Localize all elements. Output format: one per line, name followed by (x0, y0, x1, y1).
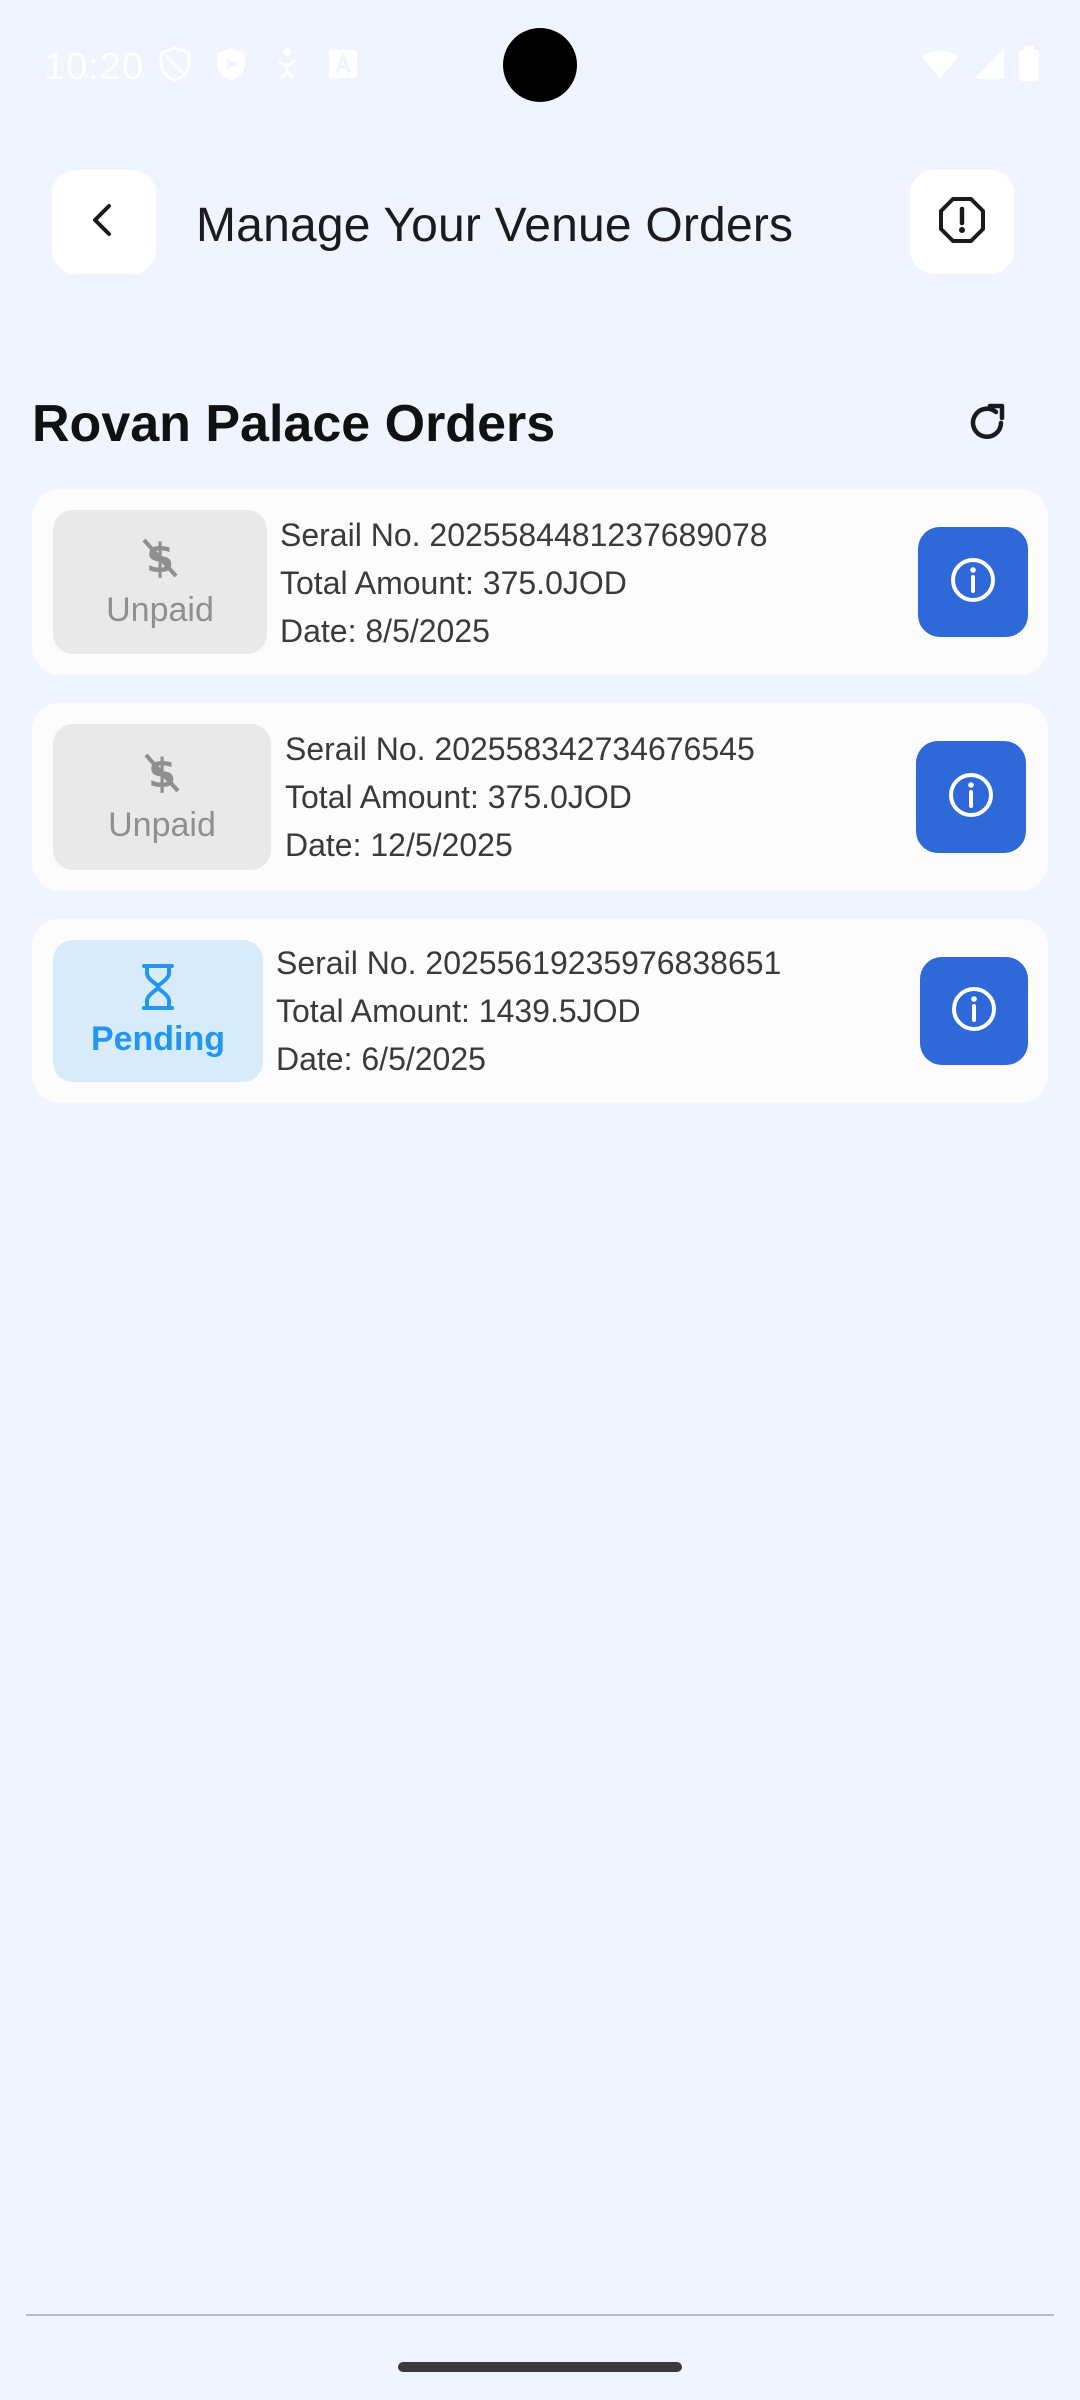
signal-icon (972, 47, 1006, 86)
order-details-button[interactable] (916, 741, 1026, 853)
hourglass-icon (138, 963, 178, 1016)
serial-number: Serail No. 20255619235976838651 (276, 945, 782, 981)
order-card[interactable]: Pending Serail No. 20255619235976838651 … (32, 919, 1048, 1103)
info-icon (949, 984, 999, 1039)
status-label: Pending (90, 1020, 226, 1058)
order-details-button[interactable] (918, 527, 1028, 637)
battery-icon (1018, 46, 1040, 87)
serial-number: Serail No. 202558342734676545 (285, 731, 755, 767)
report-button[interactable] (910, 170, 1014, 274)
serial-number: Serail No. 2025584481237689078 (280, 517, 768, 553)
back-button[interactable] (52, 170, 156, 274)
order-details-button[interactable] (920, 957, 1028, 1065)
home-indicator[interactable] (398, 2362, 682, 2372)
font-icon (326, 46, 360, 82)
camera-cutout (503, 28, 577, 102)
status-label: Unpaid (106, 591, 214, 629)
money-off-icon: $ (138, 534, 182, 587)
status-badge: $ Unpaid (53, 510, 267, 654)
order-info: Serail No. 2025584481237689078 Total Amo… (280, 511, 768, 655)
header: Manage Your Venue Orders (0, 170, 1080, 276)
order-info: Serail No. 20255619235976838651 Total Am… (276, 939, 781, 1083)
money-off-icon: $ (140, 749, 184, 802)
status-time: 10:20 (44, 46, 145, 88)
status-icons-left (158, 46, 360, 82)
status-bar: 10:20 (0, 0, 1080, 130)
order-date: Date: 6/5/2025 (276, 1041, 486, 1077)
alert-octagon-icon (937, 195, 987, 250)
orders-list: $ Unpaid Serail No. 2025584481237689078 … (32, 489, 1048, 1131)
status-icons-right (920, 46, 1040, 87)
vpn-icon (214, 46, 248, 82)
status-label: Unpaid (108, 806, 216, 844)
total-amount: Total Amount: 375.0JOD (280, 565, 627, 601)
wifi-icon (920, 47, 960, 86)
status-badge: $ Unpaid (53, 724, 271, 870)
refresh-icon (965, 401, 1009, 450)
total-amount: Total Amount: 1439.5JOD (276, 993, 641, 1029)
order-card[interactable]: $ Unpaid Serail No. 202558342734676545 T… (32, 703, 1048, 891)
bottom-divider (26, 2314, 1054, 2316)
info-icon (948, 555, 998, 610)
order-date: Date: 12/5/2025 (285, 827, 513, 863)
info-icon (946, 770, 996, 825)
shield-icon (158, 46, 192, 82)
accessibility-icon (270, 46, 304, 82)
order-card[interactable]: $ Unpaid Serail No. 2025584481237689078 … (32, 489, 1048, 675)
section-title: Rovan Palace Orders (32, 395, 556, 453)
chevron-left-icon (84, 200, 124, 245)
order-info: Serail No. 202558342734676545 Total Amou… (285, 725, 755, 869)
status-badge: Pending (53, 940, 263, 1082)
refresh-button[interactable] (960, 398, 1014, 452)
page-title: Manage Your Venue Orders (196, 199, 794, 252)
total-amount: Total Amount: 375.0JOD (285, 779, 632, 815)
order-date: Date: 8/5/2025 (280, 613, 490, 649)
